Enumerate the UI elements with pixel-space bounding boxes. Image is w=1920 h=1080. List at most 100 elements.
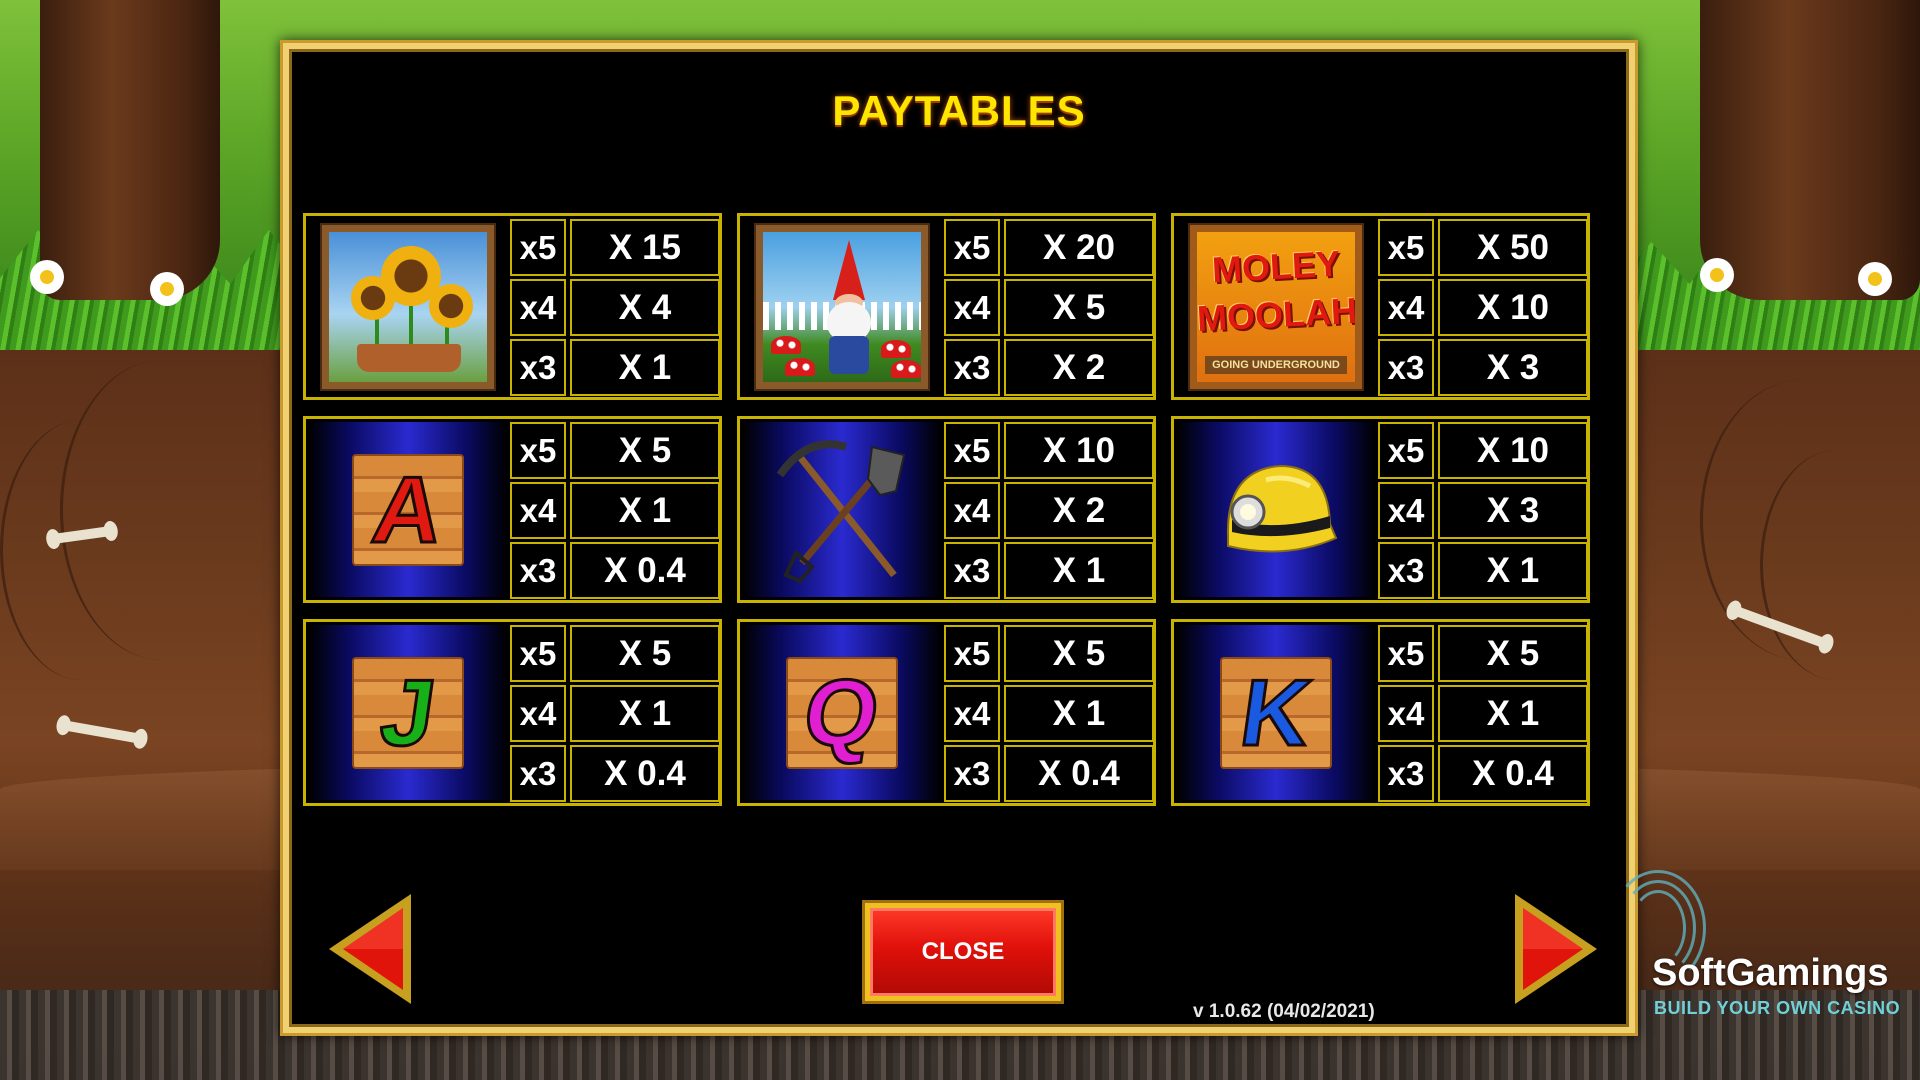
paytable-cell-gnome: x5 X 20 x4 X 5 x3 X 2 bbox=[737, 213, 1156, 400]
pay-values: x5 X 10 x4 X 3 x3 X 1 bbox=[1378, 419, 1590, 600]
pay-multiplier: X 5 bbox=[570, 625, 720, 682]
pay-multiplier: X 1 bbox=[570, 482, 720, 539]
pay-multiplier: X 5 bbox=[1004, 279, 1154, 336]
match-count: x4 bbox=[1378, 482, 1434, 539]
pay-multiplier: X 4 bbox=[570, 279, 720, 336]
pay-multiplier: X 15 bbox=[570, 219, 720, 276]
paytable-cell-sunflowers: x5 X 15 x4 X 4 x3 X 1 bbox=[303, 213, 722, 400]
softgamings-watermark: SoftGamings BUILD YOUR OWN CASINO bbox=[1610, 870, 1910, 1020]
letter-a-glyph: A bbox=[365, 455, 451, 563]
pay-values: x5 X 5 x4 X 1 x3 X 0.4 bbox=[510, 419, 722, 600]
pickaxe-shovel-symbol-icon bbox=[743, 422, 941, 597]
letter-q-glyph: Q bbox=[797, 658, 888, 766]
match-count: x5 bbox=[510, 625, 566, 682]
daisy-flower bbox=[150, 272, 184, 306]
pay-multiplier: X 3 bbox=[1438, 482, 1588, 539]
logo-subtitle: GOING UNDERGROUND bbox=[1205, 355, 1347, 374]
tree-trunk-right bbox=[1700, 0, 1920, 300]
pay-multiplier: X 1 bbox=[1438, 542, 1588, 599]
pay-multiplier: X 2 bbox=[1004, 339, 1154, 396]
pay-multiplier: X 0.4 bbox=[1004, 745, 1154, 802]
pay-multiplier: X 3 bbox=[1438, 339, 1588, 396]
paytable-cell-letter-a: A x5 X 5 x4 X 1 x3 X 0.4 bbox=[303, 416, 722, 603]
match-count: x3 bbox=[1378, 745, 1434, 802]
pay-multiplier: X 10 bbox=[1004, 422, 1154, 479]
match-count: x3 bbox=[1378, 339, 1434, 396]
pay-values: x5 X 50 x4 X 10 x3 X 3 bbox=[1378, 216, 1590, 397]
pay-multiplier: X 1 bbox=[1438, 685, 1588, 742]
pay-values: x5 X 20 x4 X 5 x3 X 2 bbox=[944, 216, 1156, 397]
match-count: x4 bbox=[1378, 279, 1434, 336]
paytable-cell-helmet: x5 X 10 x4 X 3 x3 X 1 bbox=[1171, 416, 1590, 603]
match-count: x5 bbox=[1378, 422, 1434, 479]
version-label: v 1.0.62 (04/02/2021) bbox=[1193, 1001, 1375, 1022]
match-count: x5 bbox=[510, 219, 566, 276]
pay-multiplier: X 50 bbox=[1438, 219, 1588, 276]
pay-multiplier: X 0.4 bbox=[570, 542, 720, 599]
sunflower-symbol-icon bbox=[309, 219, 507, 394]
pay-values: x5 X 15 x4 X 4 x3 X 1 bbox=[510, 216, 722, 397]
pay-values: x5 X 10 x4 X 2 x3 X 1 bbox=[944, 419, 1156, 600]
pay-multiplier: X 10 bbox=[1438, 279, 1588, 336]
match-count: x4 bbox=[944, 685, 1000, 742]
next-page-button[interactable] bbox=[1511, 890, 1603, 1008]
match-count: x3 bbox=[944, 542, 1000, 599]
match-count: x4 bbox=[944, 279, 1000, 336]
previous-page-button[interactable] bbox=[323, 890, 415, 1008]
close-button[interactable]: CLOSE bbox=[862, 900, 1064, 1004]
paytable-title: PAYTABLES bbox=[832, 87, 1086, 134]
letter-j-symbol-icon: J bbox=[309, 625, 507, 800]
pay-multiplier: X 10 bbox=[1438, 422, 1588, 479]
pay-multiplier: X 1 bbox=[1004, 685, 1154, 742]
letter-a-symbol-icon: A bbox=[309, 422, 507, 597]
match-count: x5 bbox=[1378, 625, 1434, 682]
match-count: x3 bbox=[510, 542, 566, 599]
pay-multiplier: X 1 bbox=[570, 339, 720, 396]
letter-j-glyph: J bbox=[373, 658, 443, 766]
paytable-cell-letter-q: Q x5 X 5 x4 X 1 x3 X 0.4 bbox=[737, 619, 1156, 806]
pay-multiplier: X 0.4 bbox=[570, 745, 720, 802]
paytable-cell-letter-k: K x5 X 5 x4 X 1 x3 X 0.4 bbox=[1171, 619, 1590, 806]
pay-values: x5 X 5 x4 X 1 x3 X 0.4 bbox=[944, 622, 1156, 803]
logo-line-2: MOOLAH! bbox=[1196, 288, 1362, 339]
match-count: x4 bbox=[510, 482, 566, 539]
miner-helmet-symbol-icon bbox=[1177, 422, 1375, 597]
match-count: x5 bbox=[944, 625, 1000, 682]
moley-moolah-logo-icon: MOLEY MOOLAH! GOING UNDERGROUND bbox=[1177, 219, 1375, 394]
watermark-brand: SoftGamings bbox=[1652, 952, 1889, 994]
match-count: x3 bbox=[510, 339, 566, 396]
match-count: x5 bbox=[944, 422, 1000, 479]
paytable-cell-pickaxe: x5 X 10 x4 X 2 x3 X 1 bbox=[737, 416, 1156, 603]
pay-multiplier: X 5 bbox=[1438, 625, 1588, 682]
triangle-left-icon bbox=[329, 894, 411, 1004]
pay-values: x5 X 5 x4 X 1 x3 X 0.4 bbox=[1378, 622, 1590, 803]
pay-multiplier: X 2 bbox=[1004, 482, 1154, 539]
match-count: x3 bbox=[944, 745, 1000, 802]
daisy-flower bbox=[1700, 258, 1734, 292]
pay-multiplier: X 1 bbox=[1004, 542, 1154, 599]
paytable-dialog: PAYTABLES x5 X 15 x4 X 4 x3 X 1 x5 X 20 … bbox=[280, 40, 1638, 1036]
match-count: x3 bbox=[1378, 542, 1434, 599]
letter-k-symbol-icon: K bbox=[1177, 625, 1375, 800]
gnome-symbol-icon bbox=[743, 219, 941, 394]
daisy-flower bbox=[1858, 262, 1892, 296]
match-count: x3 bbox=[944, 339, 1000, 396]
letter-k-glyph: K bbox=[1233, 658, 1319, 766]
letter-q-symbol-icon: Q bbox=[743, 625, 941, 800]
pay-multiplier: X 5 bbox=[570, 422, 720, 479]
pay-values: x5 X 5 x4 X 1 x3 X 0.4 bbox=[510, 622, 722, 803]
root bbox=[1760, 450, 1913, 680]
pay-multiplier: X 20 bbox=[1004, 219, 1154, 276]
watermark-tagline: BUILD YOUR OWN CASINO bbox=[1654, 998, 1901, 1018]
paytable-cell-logo: MOLEY MOOLAH! GOING UNDERGROUND x5 X 50 x… bbox=[1171, 213, 1590, 400]
daisy-flower bbox=[30, 260, 64, 294]
pay-multiplier: X 0.4 bbox=[1438, 745, 1588, 802]
match-count: x4 bbox=[944, 482, 1000, 539]
match-count: x5 bbox=[944, 219, 1000, 276]
triangle-right-icon bbox=[1515, 894, 1597, 1004]
paytable-cell-letter-j: J x5 X 5 x4 X 1 x3 X 0.4 bbox=[303, 619, 722, 806]
root bbox=[0, 420, 163, 680]
match-count: x5 bbox=[510, 422, 566, 479]
match-count: x5 bbox=[1378, 219, 1434, 276]
pay-multiplier: X 1 bbox=[570, 685, 720, 742]
